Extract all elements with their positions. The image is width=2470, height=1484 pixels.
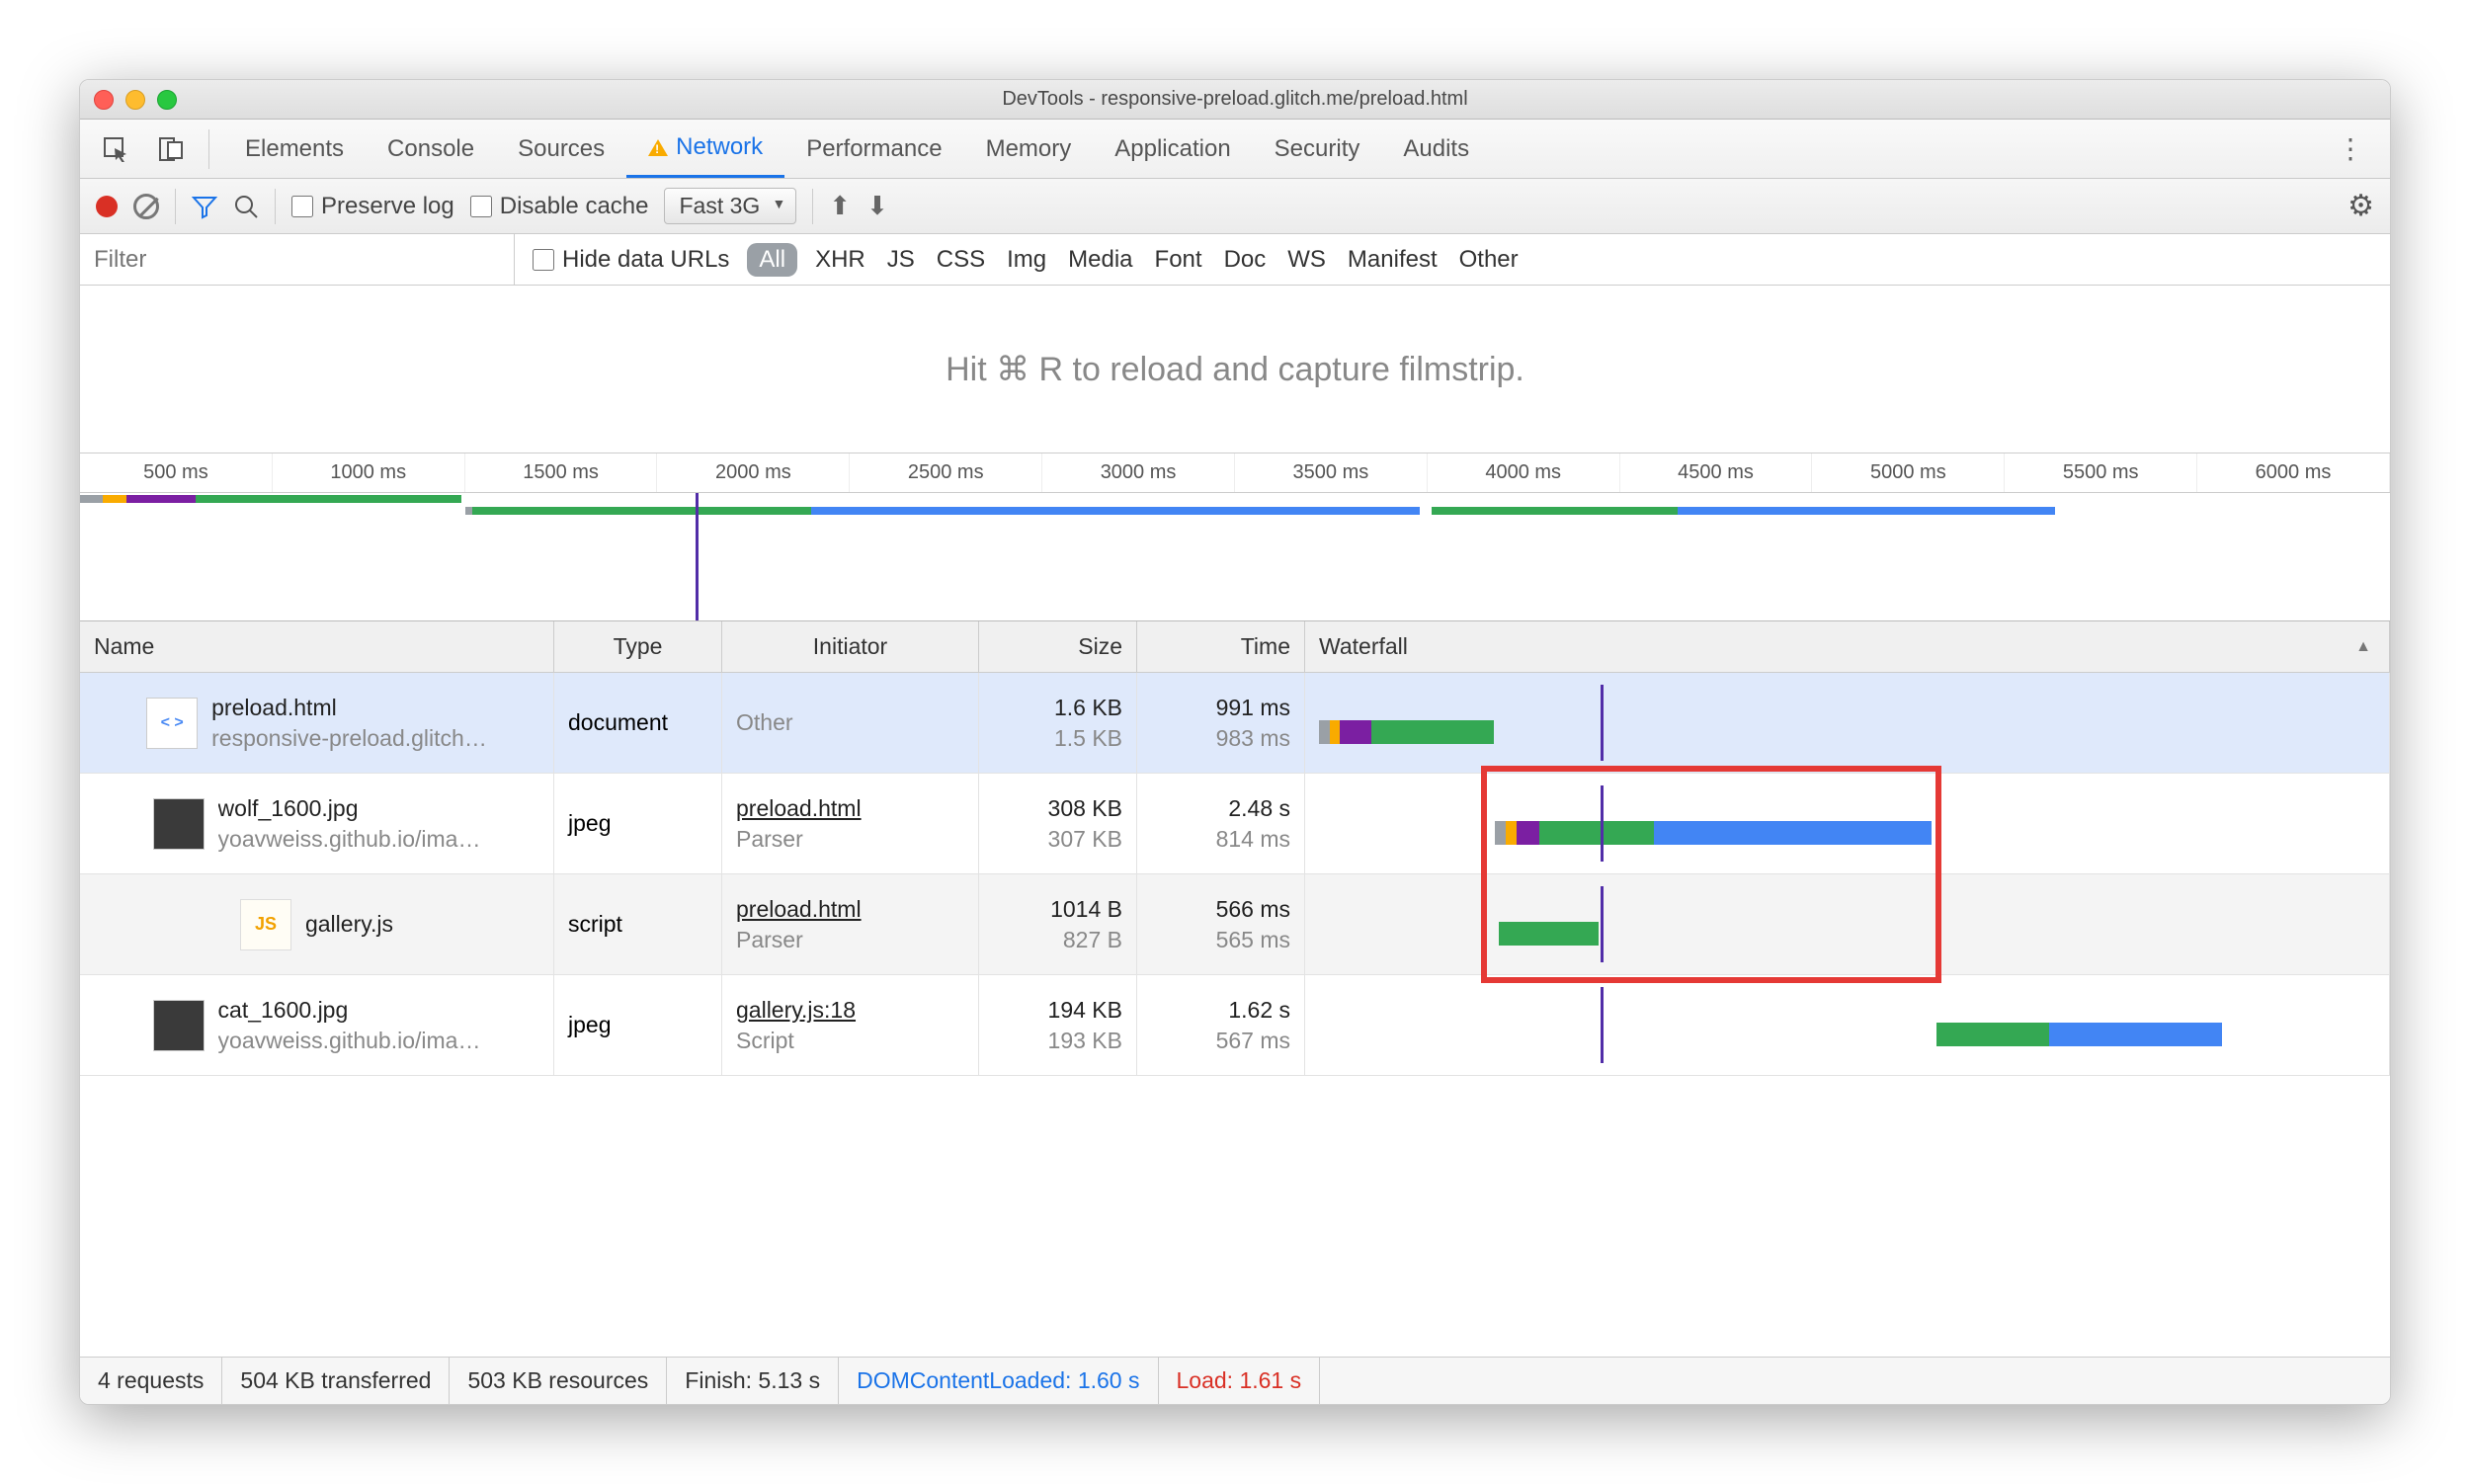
warning-icon xyxy=(648,139,668,156)
filter-type-other[interactable]: Other xyxy=(1459,246,1519,274)
disable-cache-checkbox[interactable]: Disable cache xyxy=(470,193,649,220)
waterfall-bar xyxy=(1319,987,2375,1063)
tab-sources[interactable]: Sources xyxy=(496,120,626,178)
status-finish: Finish: 5.13 s xyxy=(667,1358,839,1404)
tab-security[interactable]: Security xyxy=(1253,120,1382,178)
filter-type-doc[interactable]: Doc xyxy=(1224,246,1267,274)
table-body: < >preload.htmlresponsive-preload.glitch… xyxy=(80,673,2390,1357)
status-load: Load: 1.61 s xyxy=(1159,1358,1321,1404)
table-row[interactable]: wolf_1600.jpgyoavweiss.github.io/ima…jpe… xyxy=(80,774,2390,874)
window-title: DevTools - responsive-preload.glitch.me/… xyxy=(80,88,2390,111)
table-row[interactable]: JSgallery.jsscriptpreload.htmlParser1014… xyxy=(80,874,2390,975)
export-har-icon[interactable]: ⬇ xyxy=(866,191,888,221)
record-button[interactable] xyxy=(96,196,118,217)
filter-type-media[interactable]: Media xyxy=(1068,246,1132,274)
status-transferred: 504 KB transferred xyxy=(222,1358,450,1404)
preserve-log-checkbox[interactable]: Preserve log xyxy=(291,193,454,220)
devtools-tabbar: ElementsConsoleSourcesNetworkPerformance… xyxy=(80,120,2390,179)
tab-application[interactable]: Application xyxy=(1093,120,1252,178)
table-header[interactable]: Name Type Initiator Size Time Waterfall▲ xyxy=(80,621,2390,673)
hide-data-urls-checkbox[interactable]: Hide data URLs xyxy=(533,246,729,274)
filter-type-font[interactable]: Font xyxy=(1155,246,1202,274)
waterfall-bar xyxy=(1319,685,2375,761)
html-file-icon: < > xyxy=(146,698,198,749)
table-row[interactable]: < >preload.htmlresponsive-preload.glitch… xyxy=(80,673,2390,774)
col-header-size: Size xyxy=(979,621,1137,672)
filter-icon[interactable] xyxy=(192,194,217,219)
throttling-select[interactable]: Fast 3G xyxy=(664,188,796,224)
col-header-name: Name xyxy=(80,621,554,672)
status-domcontentloaded: DOMContentLoaded: 1.60 s xyxy=(839,1358,1158,1404)
col-header-time: Time xyxy=(1137,621,1305,672)
filmstrip-placeholder: Hit ⌘ R to reload and capture filmstrip. xyxy=(80,286,2390,453)
filter-type-img[interactable]: Img xyxy=(1007,246,1046,274)
settings-icon[interactable]: ⚙ xyxy=(2347,189,2374,223)
inspect-element-icon[interactable] xyxy=(92,120,139,178)
timeline-overview[interactable] xyxy=(80,493,2390,621)
network-toolbar: Preserve log Disable cache Fast 3G ⬆ ⬇ ⚙ xyxy=(80,179,2390,234)
filter-type-manifest[interactable]: Manifest xyxy=(1348,246,1438,274)
col-header-initiator: Initiator xyxy=(722,621,979,672)
table-row[interactable]: cat_1600.jpgyoavweiss.github.io/ima…jpeg… xyxy=(80,975,2390,1076)
highlight-annotation xyxy=(1481,766,1942,983)
status-resources: 503 KB resources xyxy=(450,1358,667,1404)
tab-console[interactable]: Console xyxy=(366,120,496,178)
img-file-icon xyxy=(153,1000,205,1051)
tab-audits[interactable]: Audits xyxy=(1381,120,1491,178)
col-header-type: Type xyxy=(554,621,722,672)
timeline-ruler[interactable]: 500 ms1000 ms1500 ms2000 ms2500 ms3000 m… xyxy=(80,453,2390,493)
status-requests: 4 requests xyxy=(80,1358,222,1404)
filter-type-css[interactable]: CSS xyxy=(937,246,985,274)
js-file-icon: JS xyxy=(240,899,291,950)
filter-type-ws[interactable]: WS xyxy=(1287,246,1326,274)
img-file-icon xyxy=(153,798,205,850)
filter-input[interactable] xyxy=(80,234,515,285)
tab-elements[interactable]: Elements xyxy=(223,120,366,178)
col-header-waterfall: Waterfall▲ xyxy=(1305,621,2390,672)
search-icon[interactable] xyxy=(233,194,259,219)
device-toolbar-icon[interactable] xyxy=(147,120,195,178)
filter-bar: Hide data URLs All XHR JS CSS Img Media Font D… xyxy=(80,234,2390,286)
tab-memory[interactable]: Memory xyxy=(964,120,1094,178)
filter-type-all[interactable]: All xyxy=(747,243,797,277)
import-har-icon[interactable]: ⬆ xyxy=(829,191,851,221)
tab-network[interactable]: Network xyxy=(626,120,784,178)
tab-performance[interactable]: Performance xyxy=(784,120,963,178)
network-table: Name Type Initiator Size Time Waterfall▲… xyxy=(80,621,2390,1357)
filter-type-js[interactable]: JS xyxy=(887,246,915,274)
clear-button[interactable] xyxy=(133,194,159,219)
filter-type-xhr[interactable]: XHR xyxy=(815,246,865,274)
status-bar: 4 requests 504 KB transferred 503 KB res… xyxy=(80,1357,2390,1404)
more-options-icon[interactable]: ⋮ xyxy=(2323,132,2378,165)
window-titlebar: DevTools - responsive-preload.glitch.me/… xyxy=(80,80,2390,120)
